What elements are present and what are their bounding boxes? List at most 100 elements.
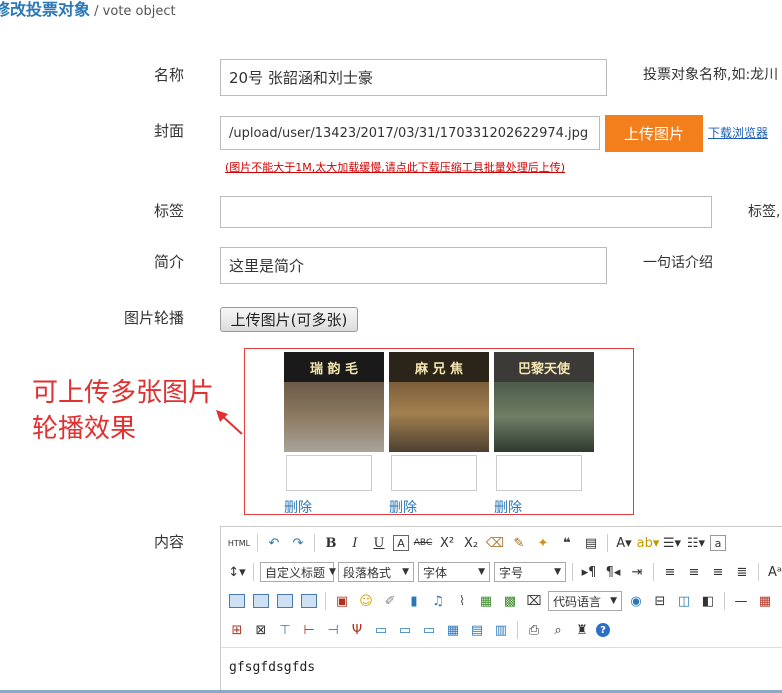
paragraph-format-select[interactable]: 段落格式 ▼ [338, 562, 414, 582]
custom-heading-select[interactable]: 自定义标题 ▼ [260, 562, 336, 582]
code-language-select[interactable]: 代码语言 ▼ [548, 591, 622, 611]
paste-text-icon[interactable]: ▤ [581, 533, 601, 553]
merge-down-icon[interactable]: ▭ [419, 620, 439, 640]
align-justify-icon[interactable]: ≣ [732, 562, 752, 582]
caption-input[interactable] [391, 455, 477, 491]
toolbar-separator [758, 563, 759, 581]
tag-input[interactable] [220, 196, 712, 228]
font-case-icon[interactable]: Aᵃ [765, 562, 782, 582]
delete-link[interactable]: 删除 [284, 497, 312, 517]
superscript-icon[interactable]: X² [437, 533, 457, 553]
map-icon[interactable]: ▦ [476, 591, 496, 611]
blockquote-icon[interactable]: ❝ [557, 533, 577, 553]
attachment-icon[interactable]: ⌇ [452, 591, 472, 611]
image-left-icon[interactable] [251, 591, 271, 611]
insert-image-icon[interactable]: ▣ [332, 591, 352, 611]
custom-heading-label: 自定义标题 [265, 565, 326, 580]
strikethrough-icon[interactable]: ABC [413, 533, 433, 553]
carousel-label: 图片轮播 [123, 309, 184, 327]
shop-sign: 瑞 韵 毛 [284, 352, 384, 382]
insert-row-icon[interactable]: ⊤ [275, 620, 295, 640]
help-icon[interactable]: ? [596, 623, 610, 637]
emotion-icon[interactable]: ☺ [356, 591, 376, 611]
search-icon[interactable]: ⌕ [548, 620, 568, 640]
format-brush-icon[interactable]: ✎ [509, 533, 529, 553]
name-label: 名称 [153, 66, 184, 84]
cover-size-note[interactable]: (图片不能大于1M,太大加载缓慢,请点此下载压缩工具批量处理后上传) [225, 159, 565, 175]
editor-content[interactable]: gfsgfdsgfds [229, 660, 315, 675]
merge-right-icon[interactable]: ▭ [395, 620, 415, 640]
carousel-image: 瑞 韵 毛 [284, 352, 384, 452]
insert-table-icon[interactable]: ⊞ [227, 620, 247, 640]
square-glyph [253, 594, 269, 608]
background-color-icon[interactable]: ab▾ [637, 533, 660, 553]
toolbar-row-3: ▣ ☺ ✐ ▮ ♫ ⌇ ▦ ▩ ⌧ 代码语言 ▼ ◉ ⊟ ◫ ◧ — ▦ [221, 587, 775, 615]
preview-icon[interactable]: ◉ [626, 591, 646, 611]
delete-col-icon[interactable]: Ψ [347, 620, 367, 640]
intro-input[interactable]: 这里是简介 [220, 247, 607, 284]
delete-link[interactable]: 删除 [389, 497, 417, 517]
page-subtitle: vote object [102, 4, 176, 19]
insert-frame-icon[interactable]: ▮ [404, 591, 424, 611]
split-cells-icon[interactable]: ▦ [443, 620, 463, 640]
background-icon[interactable]: ◧ [698, 591, 718, 611]
download-browser-link[interactable]: 下载浏览器 [708, 124, 768, 141]
insert-col-icon[interactable]: ⊣ [323, 620, 343, 640]
split-cols-icon[interactable]: ▥ [491, 620, 511, 640]
line-height-icon[interactable]: ↕▾ [227, 562, 247, 582]
upload-multiple-button[interactable]: 上传图片(可多张) [220, 307, 358, 332]
caption-input[interactable] [286, 455, 372, 491]
merge-cells-icon[interactable]: ▭ [371, 620, 391, 640]
ltr-icon[interactable]: ▸¶ [579, 562, 599, 582]
html-source-button[interactable]: HTML [227, 533, 251, 553]
storefront-photo [389, 382, 489, 452]
auto-format-icon[interactable]: ✦ [533, 533, 553, 553]
align-center-icon[interactable]: ≡ [684, 562, 704, 582]
toolbar-separator [517, 621, 518, 639]
image-center-icon[interactable] [299, 591, 319, 611]
font-family-select[interactable]: 字体 ▼ [418, 562, 490, 582]
carousel-image: 麻 兄 焦 [389, 352, 489, 452]
font-size-select[interactable]: 字号 ▼ [494, 562, 566, 582]
align-left-icon[interactable]: ≡ [660, 562, 680, 582]
chevron-down-icon: ▼ [402, 567, 409, 577]
caption-input[interactable] [496, 455, 582, 491]
delete-table-icon[interactable]: ⊠ [251, 620, 271, 640]
subscript-icon[interactable]: X₂ [461, 533, 481, 553]
font-border-icon[interactable]: A [393, 535, 409, 551]
split-rows-icon[interactable]: ▤ [467, 620, 487, 640]
template-icon[interactable]: ⌧ [524, 591, 544, 611]
music-icon[interactable]: ♫ [428, 591, 448, 611]
upload-cover-button[interactable]: 上传图片 [605, 115, 703, 152]
delete-link[interactable]: 删除 [494, 497, 522, 517]
wordimage-icon[interactable]: ◫ [674, 591, 694, 611]
name-input[interactable]: 20号 张韶涵和刘士豪 [220, 59, 607, 96]
scrawl-icon[interactable]: ✐ [380, 591, 400, 611]
horizontal-rule-icon[interactable]: — [731, 591, 751, 611]
align-right-icon[interactable]: ≡ [708, 562, 728, 582]
italic-icon[interactable]: I [345, 533, 365, 553]
carousel-gallery: 瑞 韵 毛 删除 麻 兄 焦 删除 巴黎天使 删除 [244, 348, 634, 517]
undo-icon[interactable]: ↶ [264, 533, 284, 553]
delete-row-icon[interactable]: ⊢ [299, 620, 319, 640]
image-right-icon[interactable] [275, 591, 295, 611]
content-label: 内容 [153, 533, 184, 551]
select-all-icon[interactable]: a [710, 535, 726, 551]
ordered-list-icon[interactable]: ☰▾ [662, 533, 682, 553]
page-break-icon[interactable]: ⊟ [650, 591, 670, 611]
underline-icon[interactable]: U [369, 533, 389, 553]
font-color-icon[interactable]: A▾ [614, 533, 634, 553]
font-size-label: 字号 [499, 565, 524, 580]
cover-path-input[interactable]: /upload/user/13423/2017/03/31/1703312026… [220, 116, 600, 150]
gmap-icon[interactable]: ▩ [500, 591, 520, 611]
image-none-icon[interactable] [227, 591, 247, 611]
indent-icon[interactable]: ⇥ [627, 562, 647, 582]
rtl-icon[interactable]: ¶◂ [603, 562, 623, 582]
print-icon[interactable]: ⎙ [524, 620, 544, 640]
unordered-list-icon[interactable]: ☷▾ [686, 533, 706, 553]
redo-icon[interactable]: ↷ [288, 533, 308, 553]
bold-icon[interactable]: B [321, 533, 341, 553]
search-replace-icon[interactable]: ♜ [572, 620, 592, 640]
eraser-icon[interactable]: ⌫ [485, 533, 505, 553]
date-icon[interactable]: ▦ [755, 591, 775, 611]
